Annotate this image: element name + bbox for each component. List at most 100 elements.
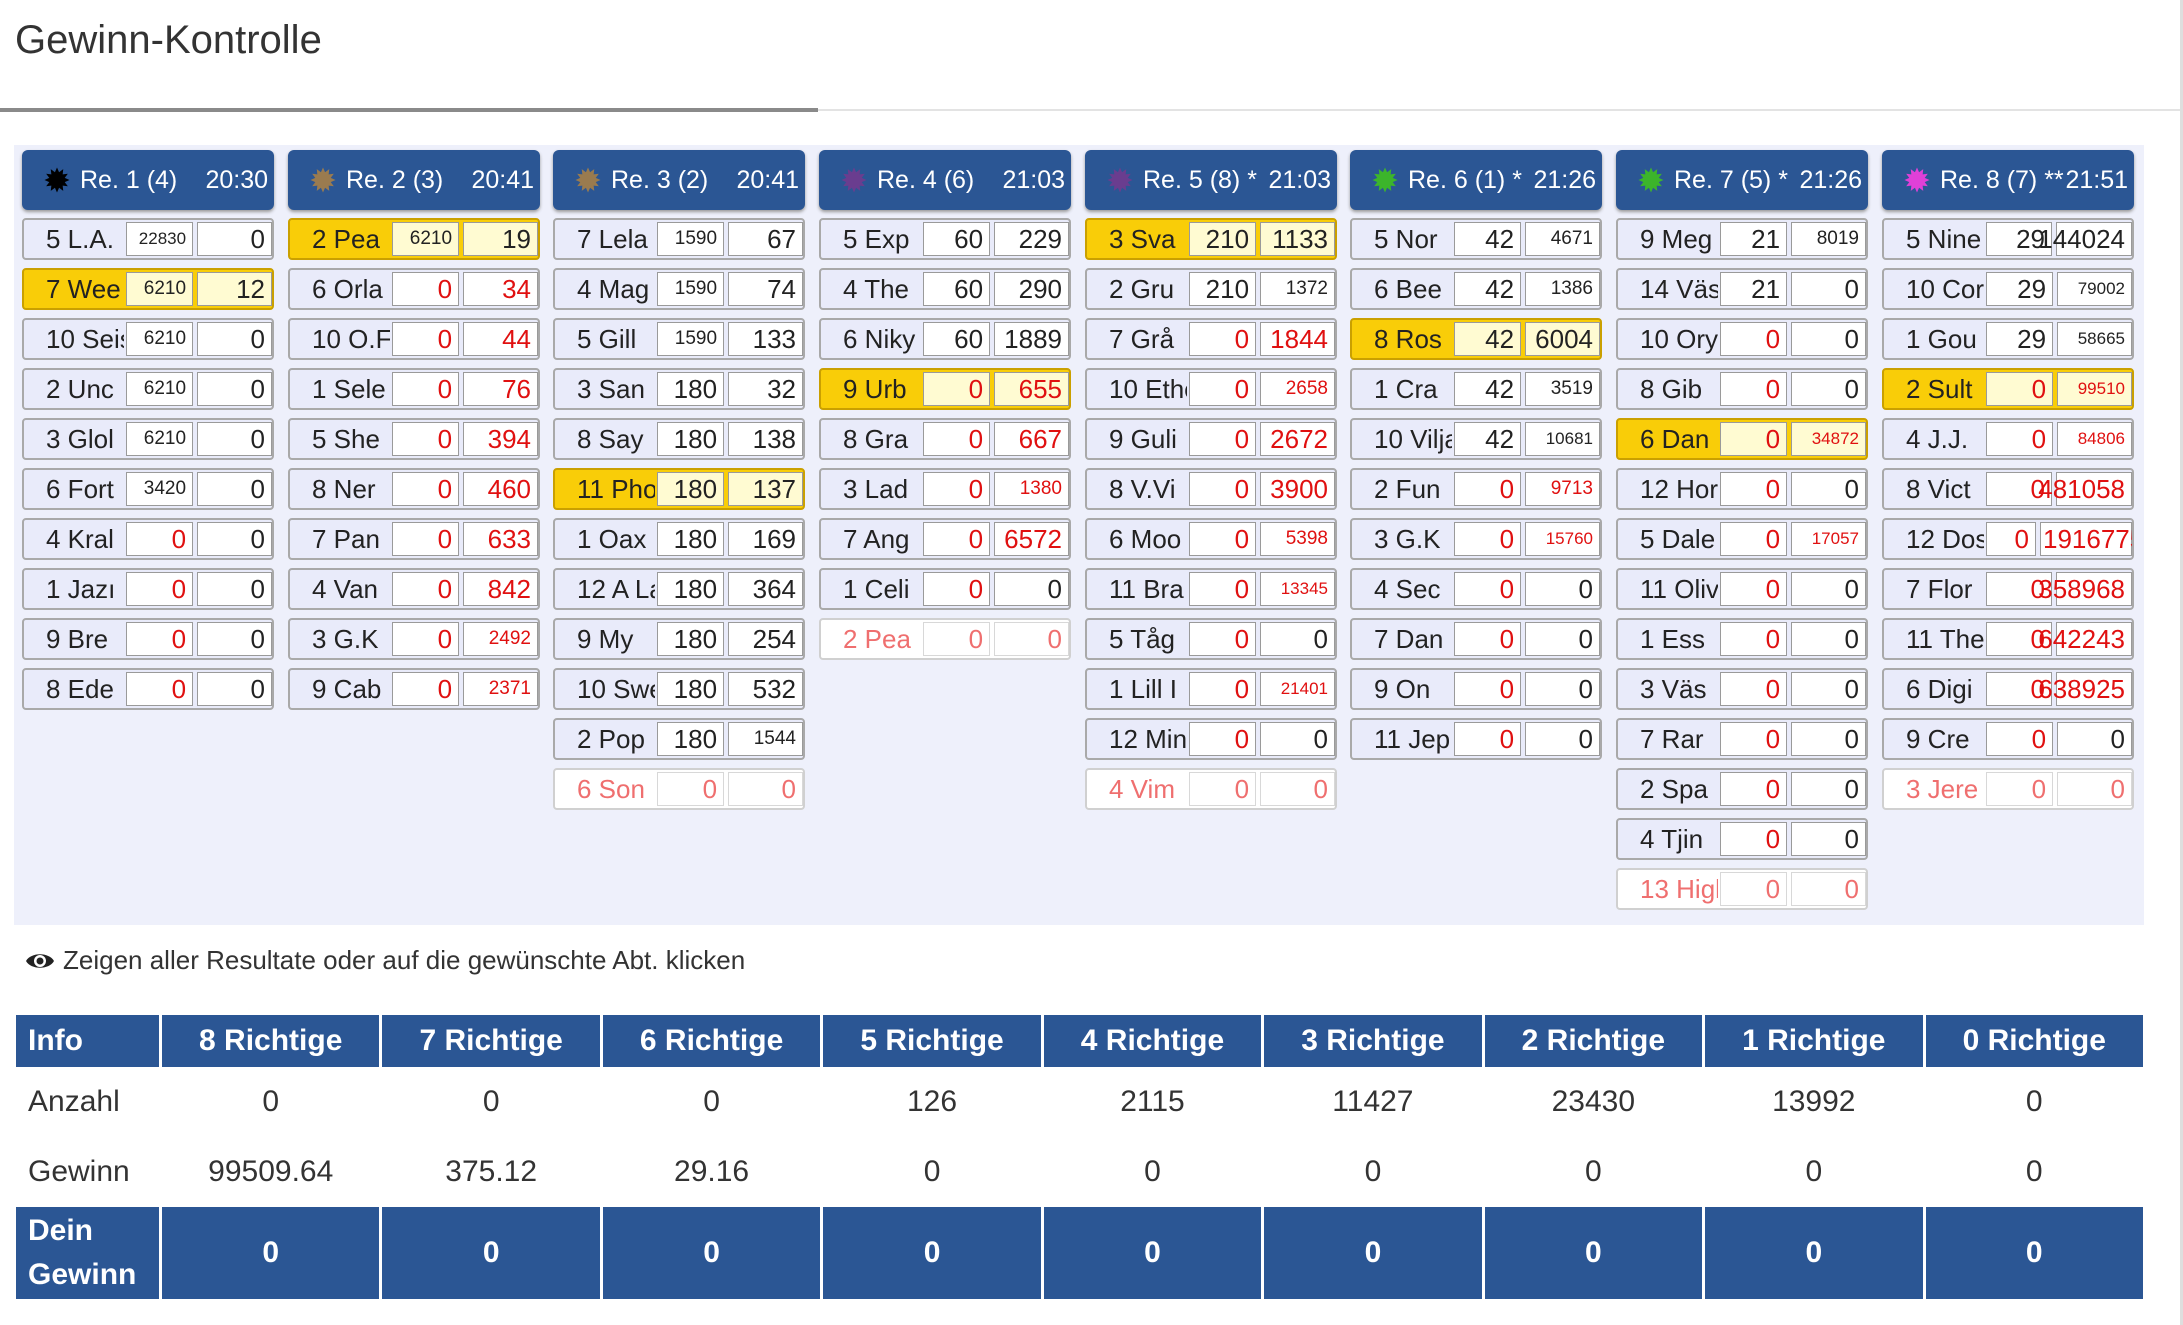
horse-row[interactable]: 2 Spa 0 0 [1616, 768, 1868, 810]
horse-row-winner[interactable]: 3 Sva 210 1133 [1085, 218, 1337, 260]
show-all-hint[interactable]: Zeigen aller Resultate oder auf die gewü… [25, 945, 745, 976]
horse-row[interactable]: 2 Unc 6210 0 [22, 368, 274, 410]
race-header-5[interactable]: Re. 5 (8) * 21:03 [1085, 150, 1337, 210]
horse-row[interactable]: 7 Grå 0 1844 [1085, 318, 1337, 360]
horse-row[interactable]: 1 Jazı 0 0 [22, 568, 274, 610]
race-header-8[interactable]: Re. 8 (7) ** 21:51 [1882, 150, 2134, 210]
horse-row-scratched[interactable]: 3 Jere 0 0 [1882, 768, 2134, 810]
horse-row-winner[interactable]: 7 Wee 6210 12 [22, 268, 274, 310]
horse-row[interactable]: 10 Ory 0 0 [1616, 318, 1868, 360]
horse-row-winner[interactable]: 2 Pea 6210 19 [288, 218, 540, 260]
horse-row-winner[interactable]: 11 Pho 180 137 [553, 468, 805, 510]
horse-row[interactable]: 10 Cor 29 79002 [1882, 268, 2134, 310]
horse-row-winner[interactable]: 6 Dan 0 34872 [1616, 418, 1868, 460]
horse-row[interactable]: 10 Seis62100 [22, 318, 274, 360]
horse-row[interactable]: 9 Meg 21 8019 [1616, 218, 1868, 260]
race-header-1[interactable]: Re. 1 (4) 20:30 [22, 150, 274, 210]
horse-row[interactable]: 4 Tjin 0 0 [1616, 818, 1868, 860]
horse-row[interactable]: 3 San 180 32 [553, 368, 805, 410]
horse-row[interactable]: 8 Gib 0 0 [1616, 368, 1868, 410]
horse-row[interactable]: 3 G.K 0 2492 [288, 618, 540, 660]
horse-row[interactable]: 8 V.Vi 0 3900 [1085, 468, 1337, 510]
race-header-6[interactable]: Re. 6 (1) * 21:26 [1350, 150, 1602, 210]
horse-row[interactable]: 6 Digi 0 638925 [1882, 668, 2134, 710]
horse-row[interactable]: 6 Orla 0 34 [288, 268, 540, 310]
horse-row[interactable]: 7 Rar 0 0 [1616, 718, 1868, 760]
horse-row[interactable]: 7 Flor 0 358968 [1882, 568, 2134, 610]
horse-row[interactable]: 11 The 0 642243 [1882, 618, 2134, 660]
horse-row[interactable]: 8 Say 180 138 [553, 418, 805, 460]
horse-row[interactable]: 5 Nor 42 4671 [1350, 218, 1602, 260]
horse-row[interactable]: 4 J.J. 0 84806 [1882, 418, 2134, 460]
horse-row[interactable]: 1 Gou 29 58665 [1882, 318, 2134, 360]
horse-row[interactable]: 8 Vict 0 481058 [1882, 468, 2134, 510]
horse-row[interactable]: 5 She 0 394 [288, 418, 540, 460]
horse-row[interactable]: 2 Fun 0 9713 [1350, 468, 1602, 510]
horse-row[interactable]: 9 On 0 0 [1350, 668, 1602, 710]
horse-row[interactable]: 3 Lad 0 1380 [819, 468, 1071, 510]
horse-row[interactable]: 12 Min 0 0 [1085, 718, 1337, 760]
horse-row[interactable]: 5 Tåg 0 0 [1085, 618, 1337, 660]
horse-row[interactable]: 7 Dan 0 0 [1350, 618, 1602, 660]
horse-row[interactable]: 6 Niky 60 1889 [819, 318, 1071, 360]
horse-row[interactable]: 12 A La180364 [553, 568, 805, 610]
horse-row[interactable]: 5 Dale 0 17057 [1616, 518, 1868, 560]
horse-row-winner[interactable]: 8 Ros 42 6004 [1350, 318, 1602, 360]
horse-row[interactable]: 5 Nine 29 144024 [1882, 218, 2134, 260]
horse-row[interactable]: 9 My 180 254 [553, 618, 805, 660]
horse-row[interactable]: 8 Ner 0 460 [288, 468, 540, 510]
horse-row[interactable]: 8 Gra 0 667 [819, 418, 1071, 460]
horse-row[interactable]: 1 Sele 0 76 [288, 368, 540, 410]
horse-row[interactable]: 9 Cre 0 0 [1882, 718, 2134, 760]
horse-row[interactable]: 7 Pan 0 633 [288, 518, 540, 560]
horse-row[interactable]: 9 Guli 0 2672 [1085, 418, 1337, 460]
horse-row[interactable]: 4 Kral 0 0 [22, 518, 274, 560]
horse-row[interactable]: 5 Gill 1590 133 [553, 318, 805, 360]
horse-row[interactable]: 1 Celi 0 0 [819, 568, 1071, 610]
horse-row[interactable]: 5 Exp 60 229 [819, 218, 1071, 260]
horse-row[interactable]: 1 Ess 0 0 [1616, 618, 1868, 660]
horse-row[interactable]: 9 Cab 0 2371 [288, 668, 540, 710]
horse-row[interactable]: 1 Oax 180 169 [553, 518, 805, 560]
horse-row[interactable]: 4 Sec 0 0 [1350, 568, 1602, 610]
horse-row-scratched[interactable]: 6 Son 0 0 [553, 768, 805, 810]
race-header-4[interactable]: Re. 4 (6) 21:03 [819, 150, 1071, 210]
horse-row[interactable]: 8 Ede 0 0 [22, 668, 274, 710]
race-header-2[interactable]: Re. 2 (3) 20:41 [288, 150, 540, 210]
horse-row[interactable]: 1 Lill I 0 21401 [1085, 668, 1337, 710]
horse-name: 2 Pop [577, 723, 645, 754]
horse-row[interactable]: 3 Väs 0 0 [1616, 668, 1868, 710]
horse-row[interactable]: 2 Pop 180 1544 [553, 718, 805, 760]
horse-row[interactable]: 11 Bra 0 13345 [1085, 568, 1337, 610]
horse-row[interactable]: 12 Dos01916775 [1882, 518, 2134, 560]
horse-row-scratched[interactable]: 13 Higl 0 0 [1616, 868, 1868, 910]
horse-row-scratched[interactable]: 2 Pea 0 0 [819, 618, 1071, 660]
race-header-7[interactable]: Re. 7 (5) * 21:26 [1616, 150, 1868, 210]
horse-row[interactable]: 1 Cra 42 3519 [1350, 368, 1602, 410]
horse-row[interactable]: 7 Lela 1590 67 [553, 218, 805, 260]
horse-row[interactable]: 9 Bre 0 0 [22, 618, 274, 660]
race-header-3[interactable]: Re. 3 (2) 20:41 [553, 150, 805, 210]
horse-row[interactable]: 10 Vilja 42 10681 [1350, 418, 1602, 460]
horse-row[interactable]: 11 Oliv 0 0 [1616, 568, 1868, 610]
horse-row-scratched[interactable]: 4 Vim 0 0 [1085, 768, 1337, 810]
horse-row[interactable]: 6 Fort 3420 0 [22, 468, 274, 510]
horse-row[interactable]: 2 Gru 210 1372 [1085, 268, 1337, 310]
horse-row[interactable]: 10 Ethe02658 [1085, 368, 1337, 410]
horse-row[interactable]: 12 Hor 0 0 [1616, 468, 1868, 510]
horse-row[interactable]: 7 Ang 0 6572 [819, 518, 1071, 560]
horse-row[interactable]: 4 Van 0 842 [288, 568, 540, 610]
horse-row[interactable]: 3 G.K 0 15760 [1350, 518, 1602, 560]
horse-row[interactable]: 6 Moo 0 5398 [1085, 518, 1337, 560]
horse-row-winner[interactable]: 2 Sult 0 99510 [1882, 368, 2134, 410]
horse-row[interactable]: 4 Mag 1590 74 [553, 268, 805, 310]
horse-row[interactable]: 10 Swe180532 [553, 668, 805, 710]
horse-row[interactable]: 6 Bee 42 1386 [1350, 268, 1602, 310]
horse-row[interactable]: 4 The 60 290 [819, 268, 1071, 310]
horse-row[interactable]: 11 Jep 0 0 [1350, 718, 1602, 760]
horse-row-winner[interactable]: 9 Urb 0 655 [819, 368, 1071, 410]
horse-row[interactable]: 3 Glol 6210 0 [22, 418, 274, 460]
horse-row[interactable]: 14 Väs 21 0 [1616, 268, 1868, 310]
horse-row[interactable]: 5 L.A. 22830 0 [22, 218, 274, 260]
horse-row[interactable]: 10 O.F. 0 44 [288, 318, 540, 360]
